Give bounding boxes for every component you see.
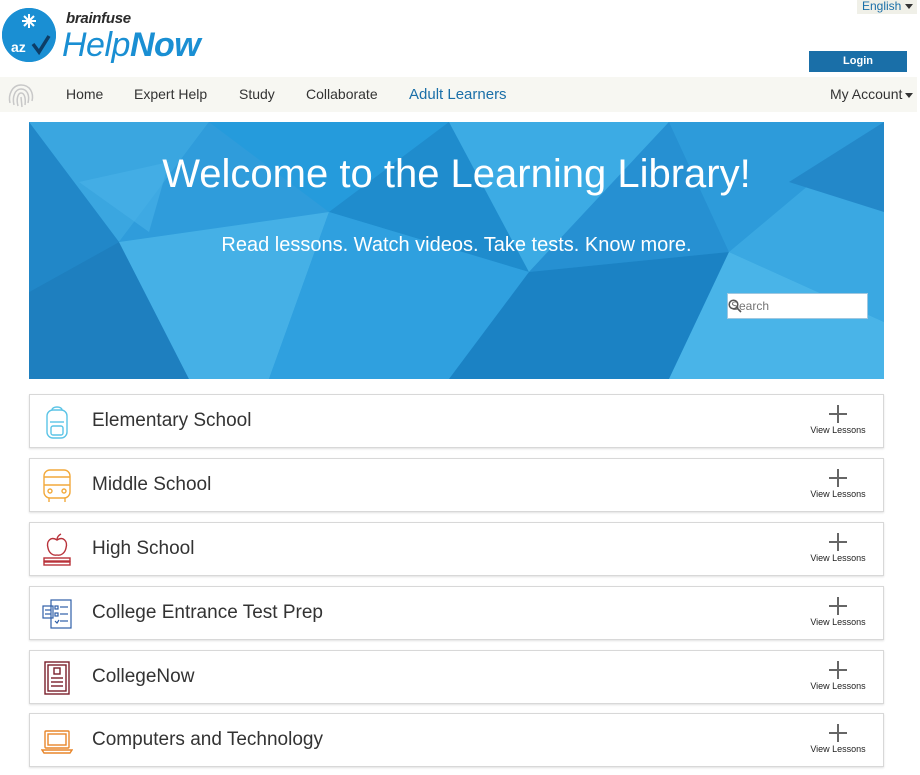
logo-brand-text: brainfuse [66, 10, 131, 27]
view-lessons-button[interactable]: View Lessons [808, 533, 868, 569]
logo-product-text: HelpNow [62, 26, 201, 64]
category-label: CollegeNow [92, 666, 195, 687]
logo-badge-icon: az [2, 8, 56, 62]
category-label: Computers and Technology [92, 729, 323, 750]
category-middle-school[interactable]: Middle School View Lessons [29, 458, 884, 512]
chevron-down-icon [905, 4, 914, 10]
category-label: High School [92, 538, 195, 559]
view-lessons-button[interactable]: View Lessons [808, 405, 868, 441]
bus-icon [43, 469, 71, 502]
search-icon[interactable] [728, 299, 742, 313]
category-high-school[interactable]: High School View Lessons [29, 522, 884, 576]
my-account-menu[interactable]: My Account [830, 77, 914, 112]
login-button[interactable]: Login [809, 51, 907, 72]
view-lessons-button[interactable]: View Lessons [808, 597, 868, 633]
category-college-entrance-test-prep[interactable]: College Entrance Test Prep View Lessons [29, 586, 884, 640]
search-box [727, 293, 868, 319]
category-label: Middle School [92, 474, 212, 495]
plus-icon [829, 533, 847, 551]
hero-banner: Welcome to the Learning Library! Read le… [29, 122, 884, 379]
view-lessons-button[interactable]: View Lessons [808, 469, 868, 505]
view-lessons-button[interactable]: View Lessons [808, 724, 868, 760]
category-label: College Entrance Test Prep [92, 602, 323, 623]
plus-icon [829, 597, 847, 615]
notebook-icon [44, 661, 70, 695]
test-sheet-icon [42, 599, 72, 629]
nav-adult-learners[interactable]: Adult Learners [409, 77, 507, 112]
plus-icon [829, 469, 847, 487]
category-collegenow[interactable]: CollegeNow View Lessons [29, 650, 884, 704]
view-lessons-label: View Lessons [810, 489, 866, 499]
view-lessons-label: View Lessons [810, 681, 866, 691]
category-computers-and-technology[interactable]: Computers and Technology View Lessons [29, 713, 884, 767]
chevron-down-icon [905, 92, 914, 98]
laptop-icon [41, 730, 73, 754]
main-nav: Home Expert Help Study Collaborate Adult… [0, 77, 917, 112]
view-lessons-label: View Lessons [810, 744, 866, 754]
plus-icon [829, 724, 847, 742]
nav-collaborate[interactable]: Collaborate [306, 77, 378, 112]
nav-study[interactable]: Study [239, 77, 275, 112]
fingerprint-icon [8, 84, 34, 108]
nav-home[interactable]: Home [66, 77, 103, 112]
backpack-icon [46, 406, 68, 439]
plus-icon [829, 405, 847, 423]
language-label: English [862, 0, 902, 13]
view-lessons-label: View Lessons [810, 425, 866, 435]
category-label: Elementary School [92, 410, 252, 431]
view-lessons-label: View Lessons [810, 617, 866, 627]
nav-expert-help[interactable]: Expert Help [134, 77, 207, 112]
svg-text:az: az [11, 39, 26, 55]
brainfuse-helpnow-logo[interactable]: az brainfuse HelpNow [2, 8, 222, 64]
apple-books-icon [43, 533, 71, 566]
plus-icon [829, 661, 847, 679]
hero-title: Welcome to the Learning Library! [162, 152, 751, 196]
hero-subtitle: Read lessons. Watch videos. Take tests. … [221, 234, 692, 256]
language-selector[interactable]: English [857, 0, 917, 14]
my-account-label: My Account [830, 86, 903, 102]
view-lessons-button[interactable]: View Lessons [808, 661, 868, 697]
view-lessons-label: View Lessons [810, 553, 866, 563]
search-input[interactable] [731, 297, 841, 315]
category-elementary-school[interactable]: Elementary School View Lessons [29, 394, 884, 448]
